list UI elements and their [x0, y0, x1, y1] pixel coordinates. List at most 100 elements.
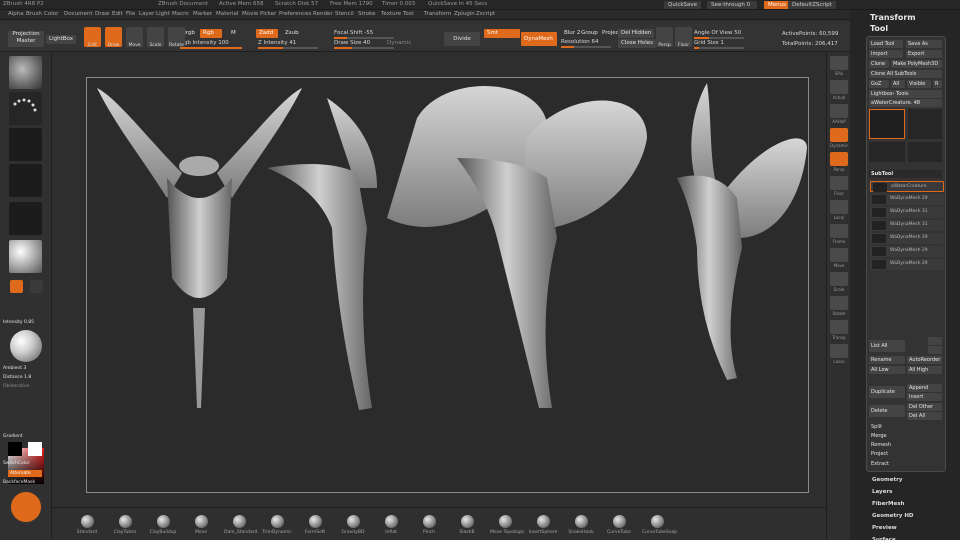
- smt-button[interactable]: Smt: [484, 29, 520, 38]
- group-button[interactable]: Group: [578, 29, 601, 38]
- subtool-row[interactable]: aWaterCreature: [870, 181, 944, 192]
- project-menu[interactable]: Project: [869, 450, 942, 458]
- ambient-label[interactable]: Ambient 3: [3, 366, 49, 371]
- arrow-down-icon[interactable]: [928, 346, 942, 354]
- brush-snakehook[interactable]: SnakeHook: [566, 515, 596, 535]
- menu-tool[interactable]: Tool: [403, 11, 414, 17]
- import-button[interactable]: Import: [869, 50, 903, 58]
- tool-thumb-simplebrush[interactable]: [869, 142, 905, 162]
- rotate-button[interactable]: Rotate: [168, 27, 185, 48]
- brush-claybuildup[interactable]: ClayBuildup: [148, 515, 178, 535]
- frame-icon[interactable]: [830, 224, 848, 238]
- z-intensity-slider[interactable]: Z Intensity 41: [258, 40, 318, 49]
- menu-material[interactable]: Material: [216, 11, 238, 17]
- backface-label[interactable]: BackfaceMask: [3, 480, 49, 485]
- m-button[interactable]: M: [228, 29, 239, 38]
- obliteration-label[interactable]: Obliteration: [3, 384, 49, 389]
- load-tool-button[interactable]: Load Tool: [869, 40, 903, 48]
- menu-zscript[interactable]: Zscript: [476, 11, 495, 17]
- dynamesh-button[interactable]: DynaMesh: [521, 32, 557, 46]
- brush-claytubes[interactable]: ClayTubes: [110, 515, 140, 535]
- brush-trimdynamic[interactable]: TrimDynamic: [262, 515, 292, 535]
- subtool-row[interactable]: WaDynaMesh 29: [870, 246, 944, 257]
- actual-icon[interactable]: [830, 80, 848, 94]
- export-button[interactable]: Export: [906, 50, 942, 58]
- subtool-row[interactable]: WaDynaMesh 31: [870, 207, 944, 218]
- current-tool-slider[interactable]: aWaterCreature. 48: [869, 99, 942, 107]
- scale-button[interactable]: Scale: [147, 27, 164, 48]
- menu-preferences[interactable]: Preferences: [279, 11, 311, 17]
- zadd-button[interactable]: Zadd: [256, 29, 278, 38]
- brush-standard[interactable]: Standard: [72, 515, 102, 535]
- make-polymesh-button[interactable]: Make PolyMesh3D: [891, 60, 942, 68]
- edit-button[interactable]: Edit: [84, 27, 101, 48]
- brush-move-topologic[interactable]: Move Topologic: [490, 515, 524, 535]
- menu-movie[interactable]: Movie: [242, 11, 258, 17]
- menu-picker[interactable]: Picker: [260, 11, 276, 17]
- dynamic-icon[interactable]: [830, 128, 848, 142]
- intensity-label[interactable]: Intensity 0.85: [3, 320, 49, 325]
- move-icon[interactable]: [830, 248, 848, 262]
- menu-alpha[interactable]: Alpha: [8, 11, 24, 17]
- menu-geometry[interactable]: Geometry: [872, 477, 902, 483]
- dynamic-button[interactable]: Dynamic: [384, 39, 414, 48]
- lasso-icon[interactable]: [830, 344, 848, 358]
- angle-of-view-slider[interactable]: Angle Of View 50: [694, 30, 744, 39]
- remesh-menu[interactable]: Remesh: [869, 441, 942, 449]
- menu-render[interactable]: Render: [313, 11, 333, 17]
- alpha-thumbnail[interactable]: [9, 128, 42, 161]
- menu-draw[interactable]: Draw: [95, 11, 109, 17]
- autoreorder-button[interactable]: AutoReorder: [907, 356, 942, 364]
- secondary-color-swatch[interactable]: [28, 442, 42, 456]
- default-zscript-button[interactable]: DefaultZScript: [788, 1, 836, 9]
- menu-preview[interactable]: Preview: [872, 525, 897, 531]
- transform-header[interactable]: Transform: [870, 13, 916, 22]
- menu-brush[interactable]: Brush: [26, 11, 42, 17]
- rgb-button[interactable]: Rgb: [200, 29, 222, 38]
- menu-light[interactable]: Light: [156, 11, 170, 17]
- focal-shift-slider[interactable]: Focal Shift -55: [334, 30, 394, 39]
- all-low-button[interactable]: All Low: [869, 366, 905, 374]
- transp-icon[interactable]: [830, 320, 848, 334]
- arrow-up-icon[interactable]: [928, 337, 942, 345]
- goz-visible-button[interactable]: Visible: [907, 80, 931, 88]
- document-frame[interactable]: [86, 77, 809, 493]
- menu-layer[interactable]: Layer: [139, 11, 154, 17]
- brush-insertsphere[interactable]: InsertSphere: [528, 515, 558, 535]
- divide-button[interactable]: Divide: [444, 32, 480, 46]
- subtool-header[interactable]: SubTool: [869, 170, 942, 178]
- material-thumbnail[interactable]: [9, 240, 42, 273]
- main-color-swatch[interactable]: [8, 442, 22, 456]
- brush-curvetube[interactable]: CurveTube: [604, 515, 634, 535]
- rgb-intensity-slider[interactable]: Rgb Intensity 100: [180, 40, 242, 49]
- local-icon[interactable]: [830, 200, 848, 214]
- floor-icon[interactable]: [830, 176, 848, 190]
- extract-menu[interactable]: Extract: [869, 460, 942, 468]
- projection-master-button[interactable]: Projection Master: [8, 31, 44, 47]
- menu-macro[interactable]: Macro: [172, 11, 189, 17]
- goz-all-button[interactable]: All: [891, 80, 905, 88]
- switchcolor-label[interactable]: SwitchColor: [3, 461, 49, 466]
- menu-edit[interactable]: Edit: [112, 11, 123, 17]
- duplicate-button[interactable]: Duplicate: [869, 386, 905, 398]
- texture-thumbnail[interactable]: [9, 164, 42, 197]
- goz-button[interactable]: GoZ: [869, 80, 889, 88]
- del-all-button[interactable]: Del All: [907, 412, 942, 420]
- stroke-direction-icon[interactable]: [9, 490, 43, 524]
- del-hidden-button[interactable]: Del Hidden: [618, 29, 655, 38]
- menus-button[interactable]: Menus: [764, 1, 790, 9]
- list-all-button[interactable]: List All: [869, 340, 905, 352]
- menu-transform[interactable]: Transform: [424, 11, 451, 17]
- texture-thumbnail-2[interactable]: [9, 202, 42, 235]
- goz-r-button[interactable]: R: [933, 80, 942, 88]
- tool-thumb-current[interactable]: [869, 109, 905, 139]
- merge-menu[interactable]: Merge: [869, 432, 942, 440]
- light-sphere[interactable]: [10, 330, 42, 362]
- seethrough-slider[interactable]: See-through 0: [707, 1, 757, 9]
- lightbox-button[interactable]: LightBox: [46, 35, 76, 44]
- light-pin-icon[interactable]: [10, 280, 23, 293]
- tool-header[interactable]: Tool: [870, 24, 888, 33]
- menu-marker[interactable]: Marker: [193, 11, 212, 17]
- del-other-button[interactable]: Del Other: [907, 403, 942, 411]
- delete-button[interactable]: Delete: [869, 405, 905, 417]
